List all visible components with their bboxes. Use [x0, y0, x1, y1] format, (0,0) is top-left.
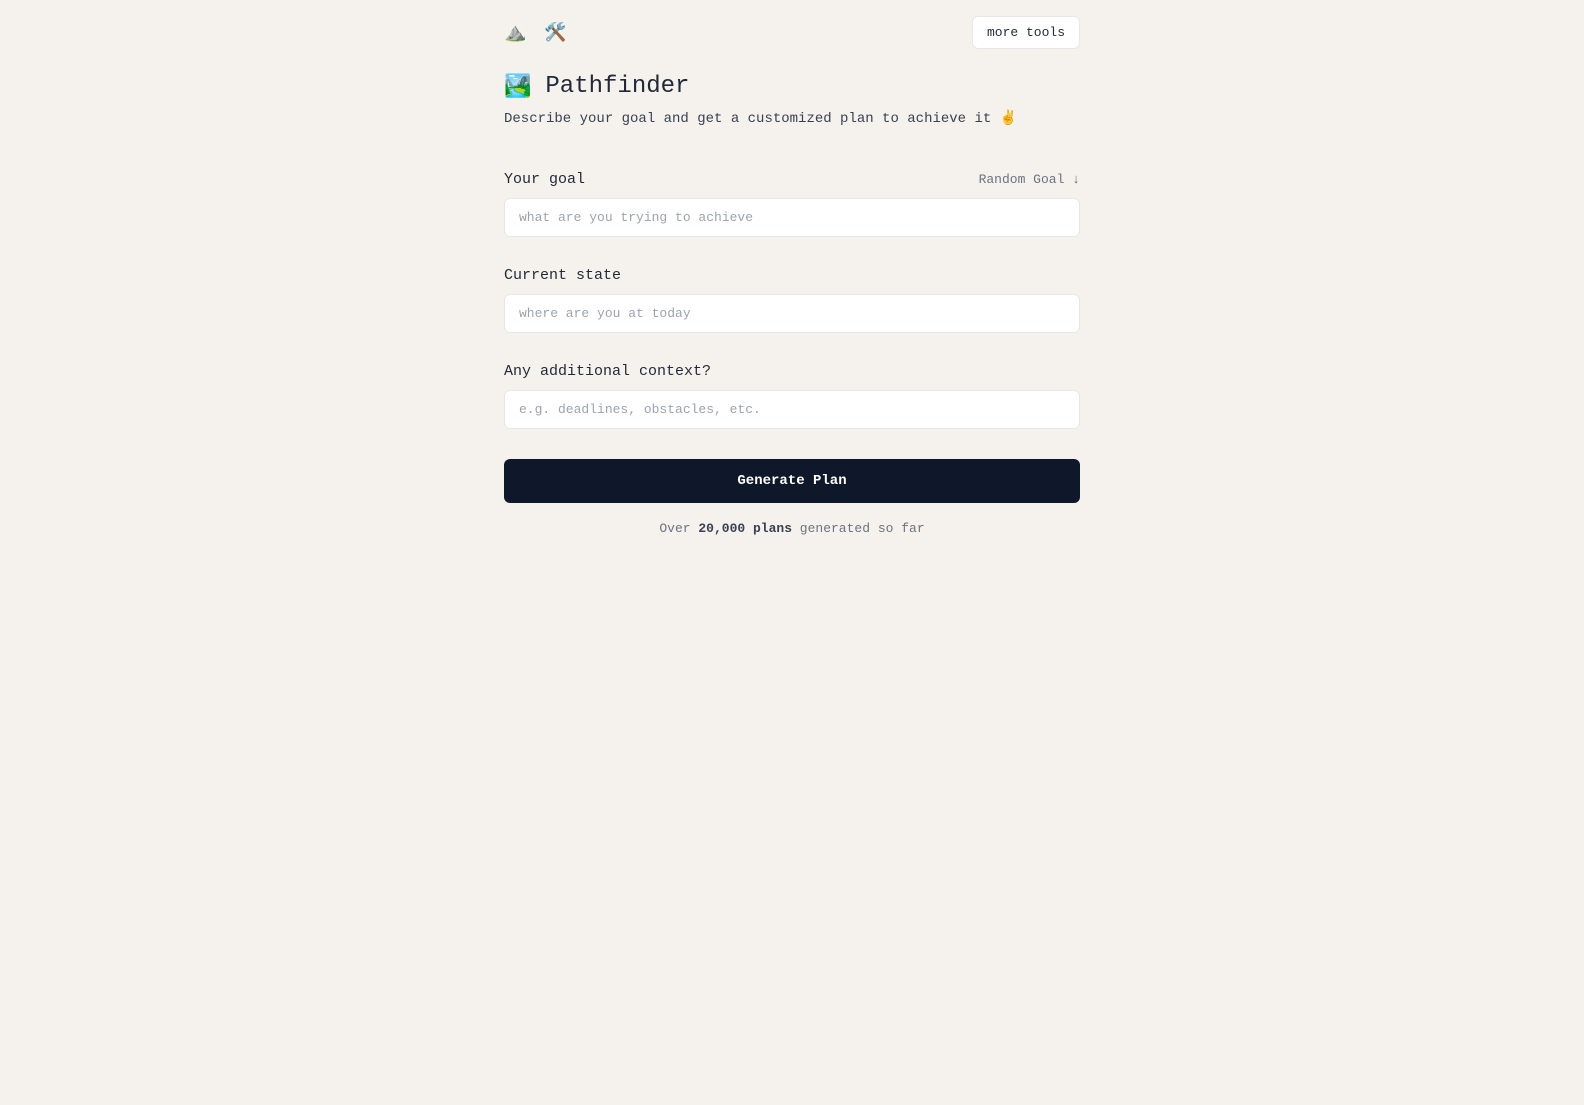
current-state-label-row: Current state: [504, 267, 1080, 284]
mountain-icon[interactable]: ⛰️: [504, 22, 526, 44]
header-icon-group: ⛰️ 🛠️: [504, 22, 567, 44]
goal-label: Your goal: [504, 171, 585, 188]
title-row: 🏞️ Pathfinder: [504, 73, 1080, 100]
generate-plan-button[interactable]: Generate Plan: [504, 459, 1080, 503]
tools-icon[interactable]: 🛠️: [544, 22, 566, 44]
current-state-input[interactable]: [504, 294, 1080, 333]
current-state-field-group: Current state: [504, 267, 1080, 333]
header: ⛰️ 🛠️ more tools: [504, 16, 1080, 49]
subtitle-text: Describe your goal and get a customized …: [504, 111, 1000, 127]
context-label: Any additional context?: [504, 363, 711, 380]
random-goal-button[interactable]: Random Goal ↓: [979, 172, 1080, 187]
goal-input[interactable]: [504, 198, 1080, 237]
peace-icon: ✌️: [1000, 111, 1017, 127]
stats-suffix: generated so far: [792, 521, 925, 536]
goal-field-group: Your goal Random Goal ↓: [504, 171, 1080, 237]
context-field-group: Any additional context?: [504, 363, 1080, 429]
stats-line: Over 20,000 plans generated so far: [504, 521, 1080, 536]
goal-label-row: Your goal Random Goal ↓: [504, 171, 1080, 188]
pathfinder-icon: 🏞️: [504, 74, 531, 100]
context-label-row: Any additional context?: [504, 363, 1080, 380]
stats-count: 20,000 plans: [698, 521, 792, 536]
stats-prefix: Over: [659, 521, 698, 536]
more-tools-button[interactable]: more tools: [972, 16, 1080, 49]
page-title: Pathfinder: [545, 73, 689, 100]
page-subtitle: Describe your goal and get a customized …: [504, 110, 1080, 127]
context-input[interactable]: [504, 390, 1080, 429]
current-state-label: Current state: [504, 267, 621, 284]
